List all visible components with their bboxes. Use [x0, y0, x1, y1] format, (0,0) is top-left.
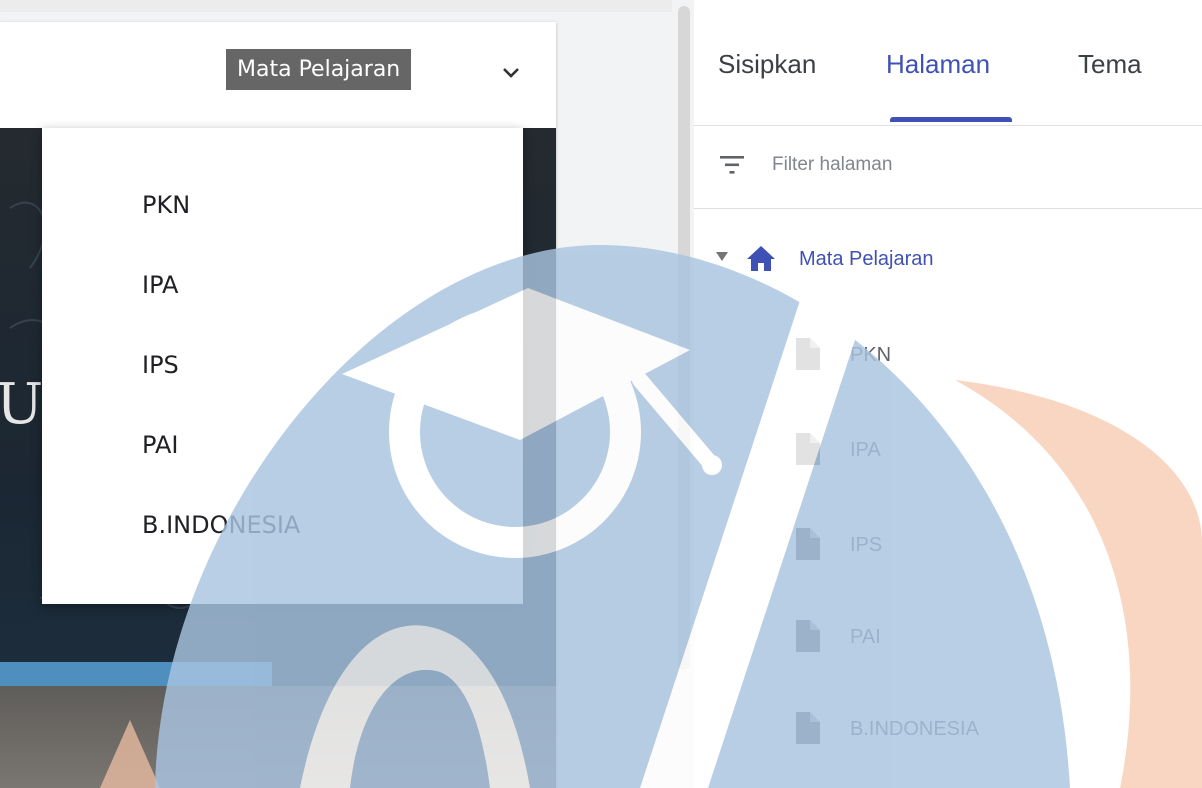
hero-desk-image: [0, 686, 556, 788]
page-tree-label: PKN: [850, 344, 892, 366]
editor-side-panel: Sisipkan Halaman Tema Mata Pelajaran PKN…: [694, 0, 1202, 788]
expand-arrow-icon[interactable]: [716, 252, 728, 262]
page-tree-label: B.INDONESIA: [850, 718, 979, 740]
page-icon: [796, 620, 820, 652]
page-tree-label: PAI: [850, 626, 881, 648]
page-icon: [796, 528, 820, 560]
page-tree-item-pai[interactable]: PAI: [794, 618, 1174, 658]
filter-pages-input[interactable]: [772, 150, 1072, 180]
tabs-divider: [694, 125, 1202, 126]
page-tree-label: IPS: [850, 534, 883, 556]
dropdown-item-pkn[interactable]: PKN: [142, 191, 190, 219]
hero-accent-bar: [0, 662, 272, 686]
active-tab-indicator: [890, 117, 1012, 122]
page-icon: [796, 338, 820, 370]
page-tree-item-ipa[interactable]: IPA: [794, 431, 1174, 471]
nav-dropdown-menu: PKN IPA IPS PAI B.INDONESIA: [42, 128, 523, 604]
dropdown-item-pai[interactable]: PAI: [142, 431, 178, 459]
preview-top-strip: [0, 0, 672, 12]
page-icon: [796, 433, 820, 465]
nav-menu-button[interactable]: Mata Pelajaran: [226, 49, 412, 90]
site-preview-pane: Mata Pelajaran U PKN IPA IPS PAI B.INDON…: [0, 0, 690, 788]
site-header: Mata Pelajaran: [0, 22, 556, 128]
page-tree-item-ips[interactable]: IPS: [794, 526, 1174, 566]
hero-title-text: U: [0, 372, 44, 437]
page-tree-label: IPA: [850, 439, 881, 461]
chevron-down-icon[interactable]: [497, 62, 525, 84]
dropdown-item-bindonesia[interactable]: B.INDONESIA: [142, 511, 300, 539]
tab-tema[interactable]: Tema: [1078, 49, 1142, 80]
page-tree-item-bindonesia[interactable]: B.INDONESIA: [794, 710, 1174, 750]
dropdown-item-ips[interactable]: IPS: [142, 351, 179, 379]
dropdown-item-ipa[interactable]: IPA: [142, 271, 178, 299]
filter-divider: [694, 208, 1202, 209]
page-tree-root-label[interactable]: Mata Pelajaran: [799, 248, 934, 271]
page-icon: [796, 712, 820, 744]
filter-icon: [720, 156, 744, 174]
preview-scrollbar[interactable]: [678, 6, 690, 670]
tab-halaman[interactable]: Halaman: [886, 49, 990, 80]
page-tree-item-pkn[interactable]: PKN: [794, 336, 1174, 376]
home-icon: [747, 246, 775, 271]
tab-sisipkan[interactable]: Sisipkan: [718, 49, 816, 80]
